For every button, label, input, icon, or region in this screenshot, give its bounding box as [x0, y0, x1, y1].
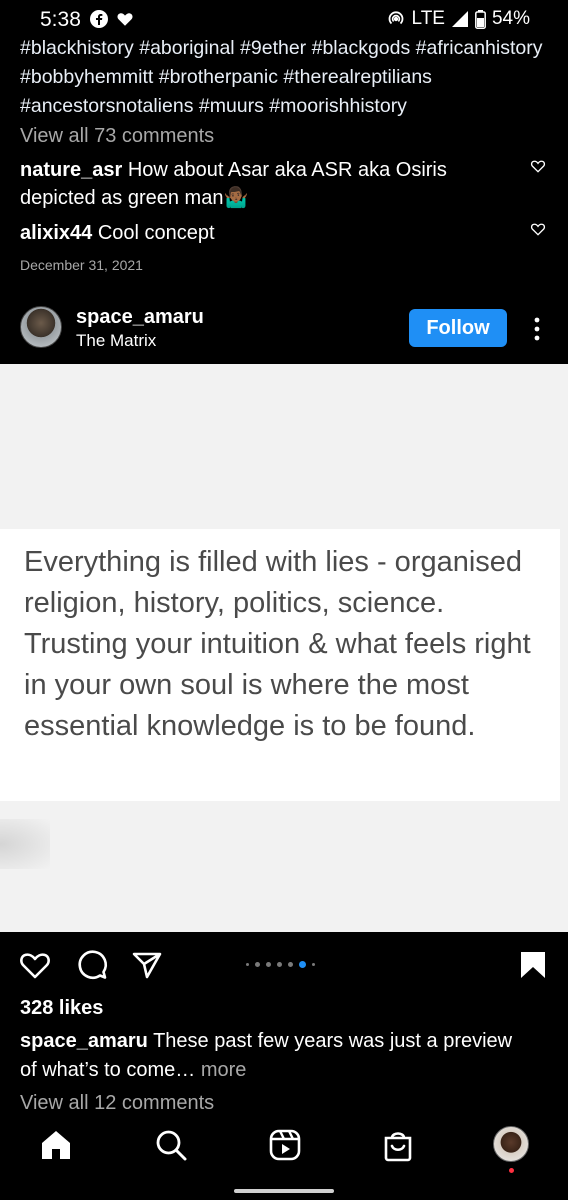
carousel-dot — [277, 962, 282, 967]
comment-like-icon[interactable] — [530, 221, 546, 237]
previous-post-hashtags[interactable]: #blackhistory #aboriginal #9ether #black… — [20, 34, 550, 121]
quote-text: Everything is filled with lies - organis… — [24, 546, 531, 742]
comment-bubble-icon[interactable] — [75, 948, 109, 982]
post-caption: space_amaru These past few years was jus… — [20, 1027, 520, 1085]
signal-icon — [451, 11, 468, 27]
comment-item: nature_asr How about Asar aka ASR aka Os… — [20, 156, 510, 212]
comment-item: alixix44 Cool concept — [20, 219, 510, 247]
bookmark-saved-icon[interactable] — [516, 948, 550, 982]
battery-percent: 54% — [491, 8, 530, 29]
share-send-icon[interactable] — [130, 948, 164, 982]
profile-avatar[interactable] — [493, 1126, 529, 1162]
more-options-icon[interactable] — [527, 316, 547, 342]
like-heart-icon[interactable] — [18, 948, 52, 982]
view-all-comments-link[interactable]: View all 12 comments — [20, 1092, 214, 1112]
notification-dot — [509, 1168, 514, 1173]
network-type: LTE — [411, 8, 445, 29]
shop-icon[interactable] — [381, 1128, 415, 1162]
comment-like-icon[interactable] — [530, 158, 546, 174]
comment-text: Cool concept — [97, 222, 215, 244]
home-icon[interactable] — [39, 1128, 73, 1162]
likes-count[interactable]: 328 likes — [20, 997, 103, 1020]
post-header: space_amaru The Matrix Follow — [0, 300, 568, 362]
post-date: December 31, 2021 — [20, 257, 143, 273]
status-bar: 5:38 LTE 54% — [0, 0, 568, 36]
heart-icon — [117, 13, 133, 26]
hotspot-icon — [388, 11, 403, 25]
post-image[interactable]: Everything is filled with lies - organis… — [0, 364, 568, 932]
carousel-dot — [312, 963, 315, 966]
image-shadow — [0, 819, 50, 869]
comment-username[interactable]: alixix44 — [20, 222, 92, 244]
post-actions — [0, 940, 568, 990]
battery-icon — [475, 9, 486, 29]
carousel-dot — [288, 962, 293, 967]
status-notification-icons — [90, 10, 134, 28]
caption-more-link[interactable]: more — [201, 1059, 247, 1081]
carousel-dot — [246, 963, 249, 966]
search-icon[interactable] — [154, 1128, 188, 1162]
status-time: 5:38 — [40, 8, 81, 31]
carousel-dot-active — [299, 961, 306, 968]
status-system-icons: LTE 54% — [386, 8, 530, 30]
view-all-comments-link[interactable]: View all 73 comments — [20, 125, 214, 148]
carousel-dot — [255, 962, 260, 967]
caption-username[interactable]: space_amaru — [20, 1030, 148, 1052]
reels-icon[interactable] — [268, 1128, 302, 1162]
carousel-indicator — [246, 961, 315, 968]
carousel-dot — [266, 962, 271, 967]
facebook-icon — [90, 10, 108, 28]
post-username[interactable]: space_amaru — [76, 306, 204, 329]
post-location[interactable]: The Matrix — [76, 331, 156, 351]
home-indicator[interactable] — [234, 1189, 334, 1193]
bottom-navigation — [0, 1112, 568, 1200]
avatar[interactable] — [20, 306, 62, 348]
comment-username[interactable]: nature_asr — [20, 159, 122, 181]
follow-button[interactable]: Follow — [409, 309, 507, 347]
